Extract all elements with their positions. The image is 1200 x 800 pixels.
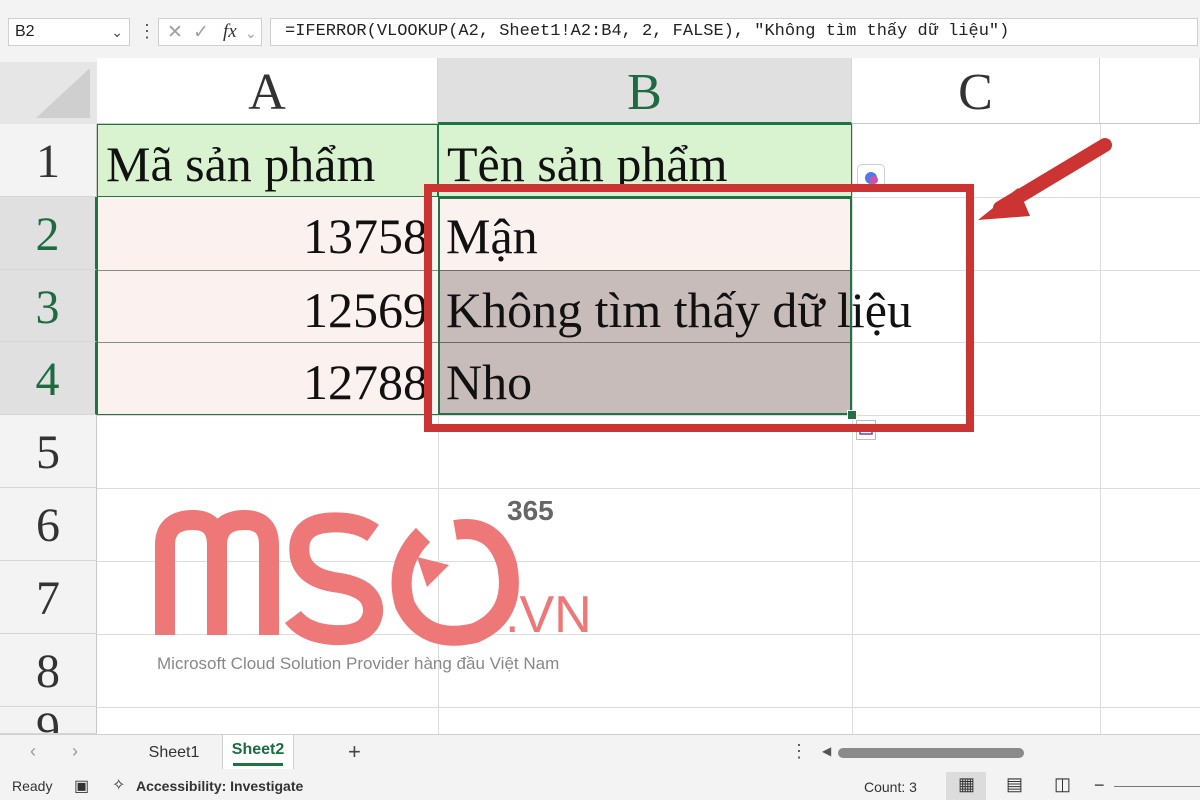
normal-view-button[interactable]: ▦ [946,772,986,800]
row-header-7[interactable]: 7 [0,561,97,634]
formula-controls: ✕ ✓ fx ⌄ [158,18,262,46]
row-header-4[interactable]: 4 [0,342,97,415]
sheet-tab-sheet2[interactable]: Sheet2 [222,735,294,769]
page-break-preview-icon[interactable]: ◫ [1054,774,1071,795]
cancel-icon[interactable]: ✕ [167,21,183,44]
mso-watermark: 365 .VN Microsoft Cloud Solution Provide… [155,495,615,675]
row-header-5[interactable]: 5 [0,415,97,488]
watermark-tagline: Microsoft Cloud Solution Provider hàng đ… [157,654,560,673]
macro-record-icon[interactable]: ▣ [74,776,89,796]
row-header-3[interactable]: 3 [0,270,97,342]
select-all-corner[interactable] [0,62,97,124]
row-header-9[interactable]: 9 [0,707,97,734]
cell-a4[interactable]: 12788 [97,342,438,415]
watermark-domain: .VN [505,586,592,644]
cell-a3[interactable]: 12569 [97,270,438,342]
gridline [97,488,1200,489]
status-bar: Ready ▣ ✧ Accessibility: Investigate Cou… [0,772,1200,800]
next-sheet-icon[interactable]: › [72,741,78,762]
zoom-slider[interactable] [1114,786,1200,787]
cell-a1[interactable]: Mã sản phẩm [97,124,438,197]
horizontal-scrollbar[interactable] [838,748,1024,758]
formula-input[interactable]: =IFERROR(VLOOKUP(A2, Sheet1!A2:B4, 2, FA… [270,18,1198,46]
cell-a2[interactable]: 13758 [97,197,438,270]
enter-icon[interactable]: ✓ [193,21,209,44]
count-status: Count: 3 [864,779,917,795]
grid-view-icon: ▦ [958,774,976,794]
more-options-icon[interactable]: ⋮ [138,20,156,44]
accessibility-status[interactable]: Accessibility: Investigate [136,778,303,794]
page-layout-icon[interactable]: ▤ [1006,774,1023,795]
sheet-tab-label: Sheet2 [231,741,285,758]
row-header-2[interactable]: 2 [0,197,97,270]
column-header-a[interactable]: A [97,58,438,124]
add-sheet-icon[interactable]: + [348,739,361,765]
column-header-c[interactable]: C [852,58,1100,124]
row-header-8[interactable]: 8 [0,634,97,707]
more-options-icon[interactable]: ⋮ [790,741,808,762]
chevron-down-icon[interactable]: ⌄ [111,19,123,45]
status-ready: Ready [12,778,53,794]
chevron-down-icon[interactable]: ⌄ [245,25,257,42]
name-box[interactable]: B2 ⌄ [8,18,130,46]
scroll-left-icon[interactable]: ◀ [822,744,831,758]
sheet-tabs-bar: ‹ › Sheet1 Sheet2 + ⋮ ◀ [0,734,1200,772]
prev-sheet-icon[interactable]: ‹ [30,741,36,762]
annotation-arrow-icon [978,138,1112,220]
zoom-out-icon[interactable]: − [1094,775,1105,796]
column-header-d[interactable] [1100,58,1200,124]
gridline [97,707,1200,708]
insert-function-icon[interactable]: fx [223,21,237,43]
formula-bar: B2 ⌄ ⋮ ✕ ✓ fx ⌄ =IFERROR(VLOOKUP(A2, She… [0,0,1200,62]
row-header-6[interactable]: 6 [0,488,97,561]
watermark-365: 365 [507,495,554,526]
sheet-tab-sheet1[interactable]: Sheet1 [138,744,210,762]
active-tab-indicator [233,763,283,766]
accessibility-icon[interactable]: ✧ [112,775,125,795]
name-box-value: B2 [15,23,35,40]
row-header-1[interactable]: 1 [0,124,97,197]
column-header-b[interactable]: B [438,58,852,124]
annotation-highlight-box [424,184,974,432]
